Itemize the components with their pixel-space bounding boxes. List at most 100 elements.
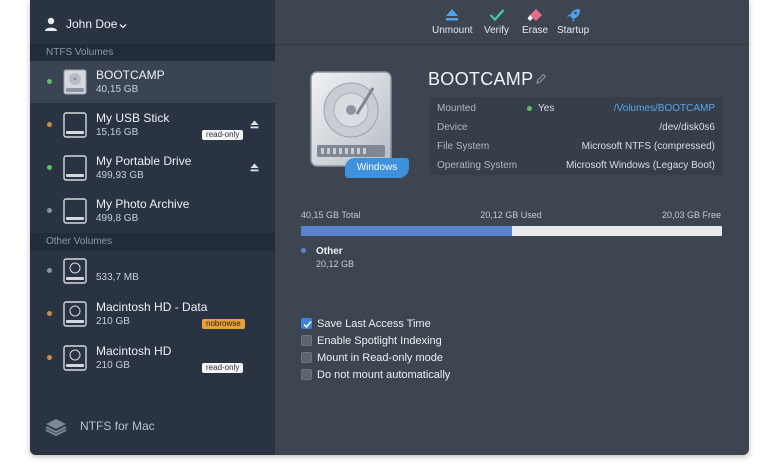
sidebar: John Doe NTFS Volumes BOOTCAMP 40,15 GB … <box>30 0 275 455</box>
eject-icon[interactable] <box>250 120 259 129</box>
nobrowse-badge: nobrowse <box>202 319 245 329</box>
info-row-mounted: Mounted Yes /Volumes/BOOTCAMP <box>430 99 723 118</box>
unmount-button[interactable]: Unmount <box>432 8 473 36</box>
eject-icon[interactable] <box>250 163 259 172</box>
volume-size: 40,15 GB <box>96 84 139 95</box>
startup-button[interactable]: Startup <box>557 8 589 36</box>
usage-labels: 40,15 GB Total 20,12 GB Used 20,03 GB Fr… <box>301 210 721 222</box>
info-row-device: Device /dev/disk0s6 <box>430 118 723 137</box>
free-label: 20,03 GB Free <box>661 210 721 220</box>
hard-drive-icon <box>310 71 392 167</box>
app-brand: NTFS for Mac <box>44 416 155 436</box>
erase-button[interactable]: Erase <box>522 8 548 36</box>
user-menu[interactable]: John Doe <box>44 14 135 34</box>
read-only-badge: read-only <box>202 130 244 140</box>
volume-item-unnamed[interactable]: 533,7 MB <box>30 250 275 292</box>
disk-icon <box>63 345 87 371</box>
volume-size: 499,93 GB <box>96 170 144 181</box>
used-label: 20,12 GB Used <box>480 210 542 220</box>
volume-info-panel: Mounted Yes /Volumes/BOOTCAMP Device /de… <box>430 97 723 175</box>
checkbox[interactable] <box>301 352 312 363</box>
checkbox[interactable] <box>301 335 312 346</box>
mount-path-link[interactable]: /Volumes/BOOTCAMP <box>614 103 715 114</box>
volume-item-usb-stick[interactable]: My USB Stick 15,16 GB read-only <box>30 104 275 146</box>
volume-size: 210 GB <box>96 360 130 371</box>
section-ntfs-volumes: NTFS Volumes <box>30 44 275 61</box>
volume-size: 499,8 GB <box>96 213 139 224</box>
status-dot <box>47 122 52 127</box>
status-dot <box>47 208 52 213</box>
info-row-operating-system: Operating System Microsoft Windows (Lega… <box>430 156 723 175</box>
volume-name: My Portable Drive <box>96 154 192 168</box>
volume-item-macintosh-hd-data[interactable]: Macintosh HD - Data 210 GB nobrowse <box>30 293 275 335</box>
toolbar: Unmount Verify Erase Startup <box>275 0 749 45</box>
disk-icon <box>63 258 87 284</box>
app-window: John Doe NTFS Volumes BOOTCAMP 40,15 GB … <box>30 0 749 455</box>
eraser-icon <box>527 9 543 21</box>
volume-item-macintosh-hd[interactable]: Macintosh HD 210 GB read-only <box>30 337 275 379</box>
option-do-not-mount[interactable]: Do not mount automatically <box>301 367 450 382</box>
info-label: Device <box>437 122 468 133</box>
volume-name: My Photo Archive <box>96 197 190 211</box>
option-label: Save Last Access Time <box>317 317 431 330</box>
disk-icon <box>63 301 87 327</box>
option-label: Mount in Read-only mode <box>317 351 443 364</box>
user-name: John Doe <box>66 17 118 31</box>
read-only-badge: read-only <box>202 363 244 373</box>
disk-icon <box>63 112 87 138</box>
ntfs-logo-icon <box>45 419 67 436</box>
legend-size: 20,12 GB <box>316 259 355 269</box>
disk-icon <box>63 198 87 224</box>
verify-button[interactable]: Verify <box>484 8 509 36</box>
volume-name: Macintosh HD <box>96 344 172 358</box>
erase-label: Erase <box>522 25 549 36</box>
rocket-icon <box>567 9 581 22</box>
unmount-label: Unmount <box>432 25 473 36</box>
disk-icon <box>63 155 87 181</box>
legend-name: Other <box>316 246 343 257</box>
info-value: Microsoft Windows (Legacy Boot) <box>566 160 715 171</box>
checkmark-icon <box>303 321 312 329</box>
status-dot <box>47 79 52 84</box>
mounted-value: Yes <box>538 103 555 114</box>
legend-dot <box>301 248 306 253</box>
checkbox-checked[interactable] <box>301 318 312 329</box>
chevron-down-icon <box>119 23 127 28</box>
status-dot <box>47 165 52 170</box>
disk-icon <box>63 69 87 95</box>
user-icon <box>45 17 57 31</box>
info-value: Microsoft NTFS (compressed) <box>581 141 715 152</box>
info-value: /dev/disk0s6 <box>659 122 715 133</box>
usage-bar-fill <box>301 226 512 236</box>
mounted-status-dot <box>527 106 532 111</box>
pencil-icon[interactable] <box>535 73 547 85</box>
volume-size: 533,7 MB <box>96 272 139 283</box>
section-other-volumes: Other Volumes <box>30 233 275 250</box>
status-dot <box>47 311 52 316</box>
option-label: Enable Spotlight Indexing <box>317 334 442 347</box>
volume-title: BOOTCAMP <box>428 69 534 89</box>
option-label: Do not mount automatically <box>317 368 451 381</box>
info-label: Mounted <box>437 103 476 114</box>
volume-name: BOOTCAMP <box>96 68 165 82</box>
info-row-file-system: File System Microsoft NTFS (compressed) <box>430 137 723 156</box>
option-read-only-mode[interactable]: Mount in Read-only mode <box>301 350 443 365</box>
info-label: File System <box>437 141 490 152</box>
eject-icon <box>446 9 459 21</box>
volume-name: My USB Stick <box>96 111 170 125</box>
startup-label: Startup <box>557 25 590 36</box>
volume-size: 15,16 GB <box>96 127 139 138</box>
option-save-last-access[interactable]: Save Last Access Time <box>301 316 431 331</box>
info-label: Operating System <box>437 160 518 171</box>
checkmark-icon <box>489 9 504 22</box>
status-dot <box>47 355 52 360</box>
checkbox[interactable] <box>301 369 312 380</box>
volume-item-bootcamp[interactable]: BOOTCAMP 40,15 GB <box>30 61 275 103</box>
volume-item-photo-archive[interactable]: My Photo Archive 499,8 GB <box>30 190 275 232</box>
option-spotlight-indexing[interactable]: Enable Spotlight Indexing <box>301 333 442 348</box>
volume-name: Macintosh HD - Data <box>96 300 208 314</box>
usage-bar <box>301 226 722 236</box>
verify-label: Verify <box>484 25 510 36</box>
volume-item-portable-drive[interactable]: My Portable Drive 499,93 GB <box>30 147 275 189</box>
status-dot <box>47 268 52 273</box>
